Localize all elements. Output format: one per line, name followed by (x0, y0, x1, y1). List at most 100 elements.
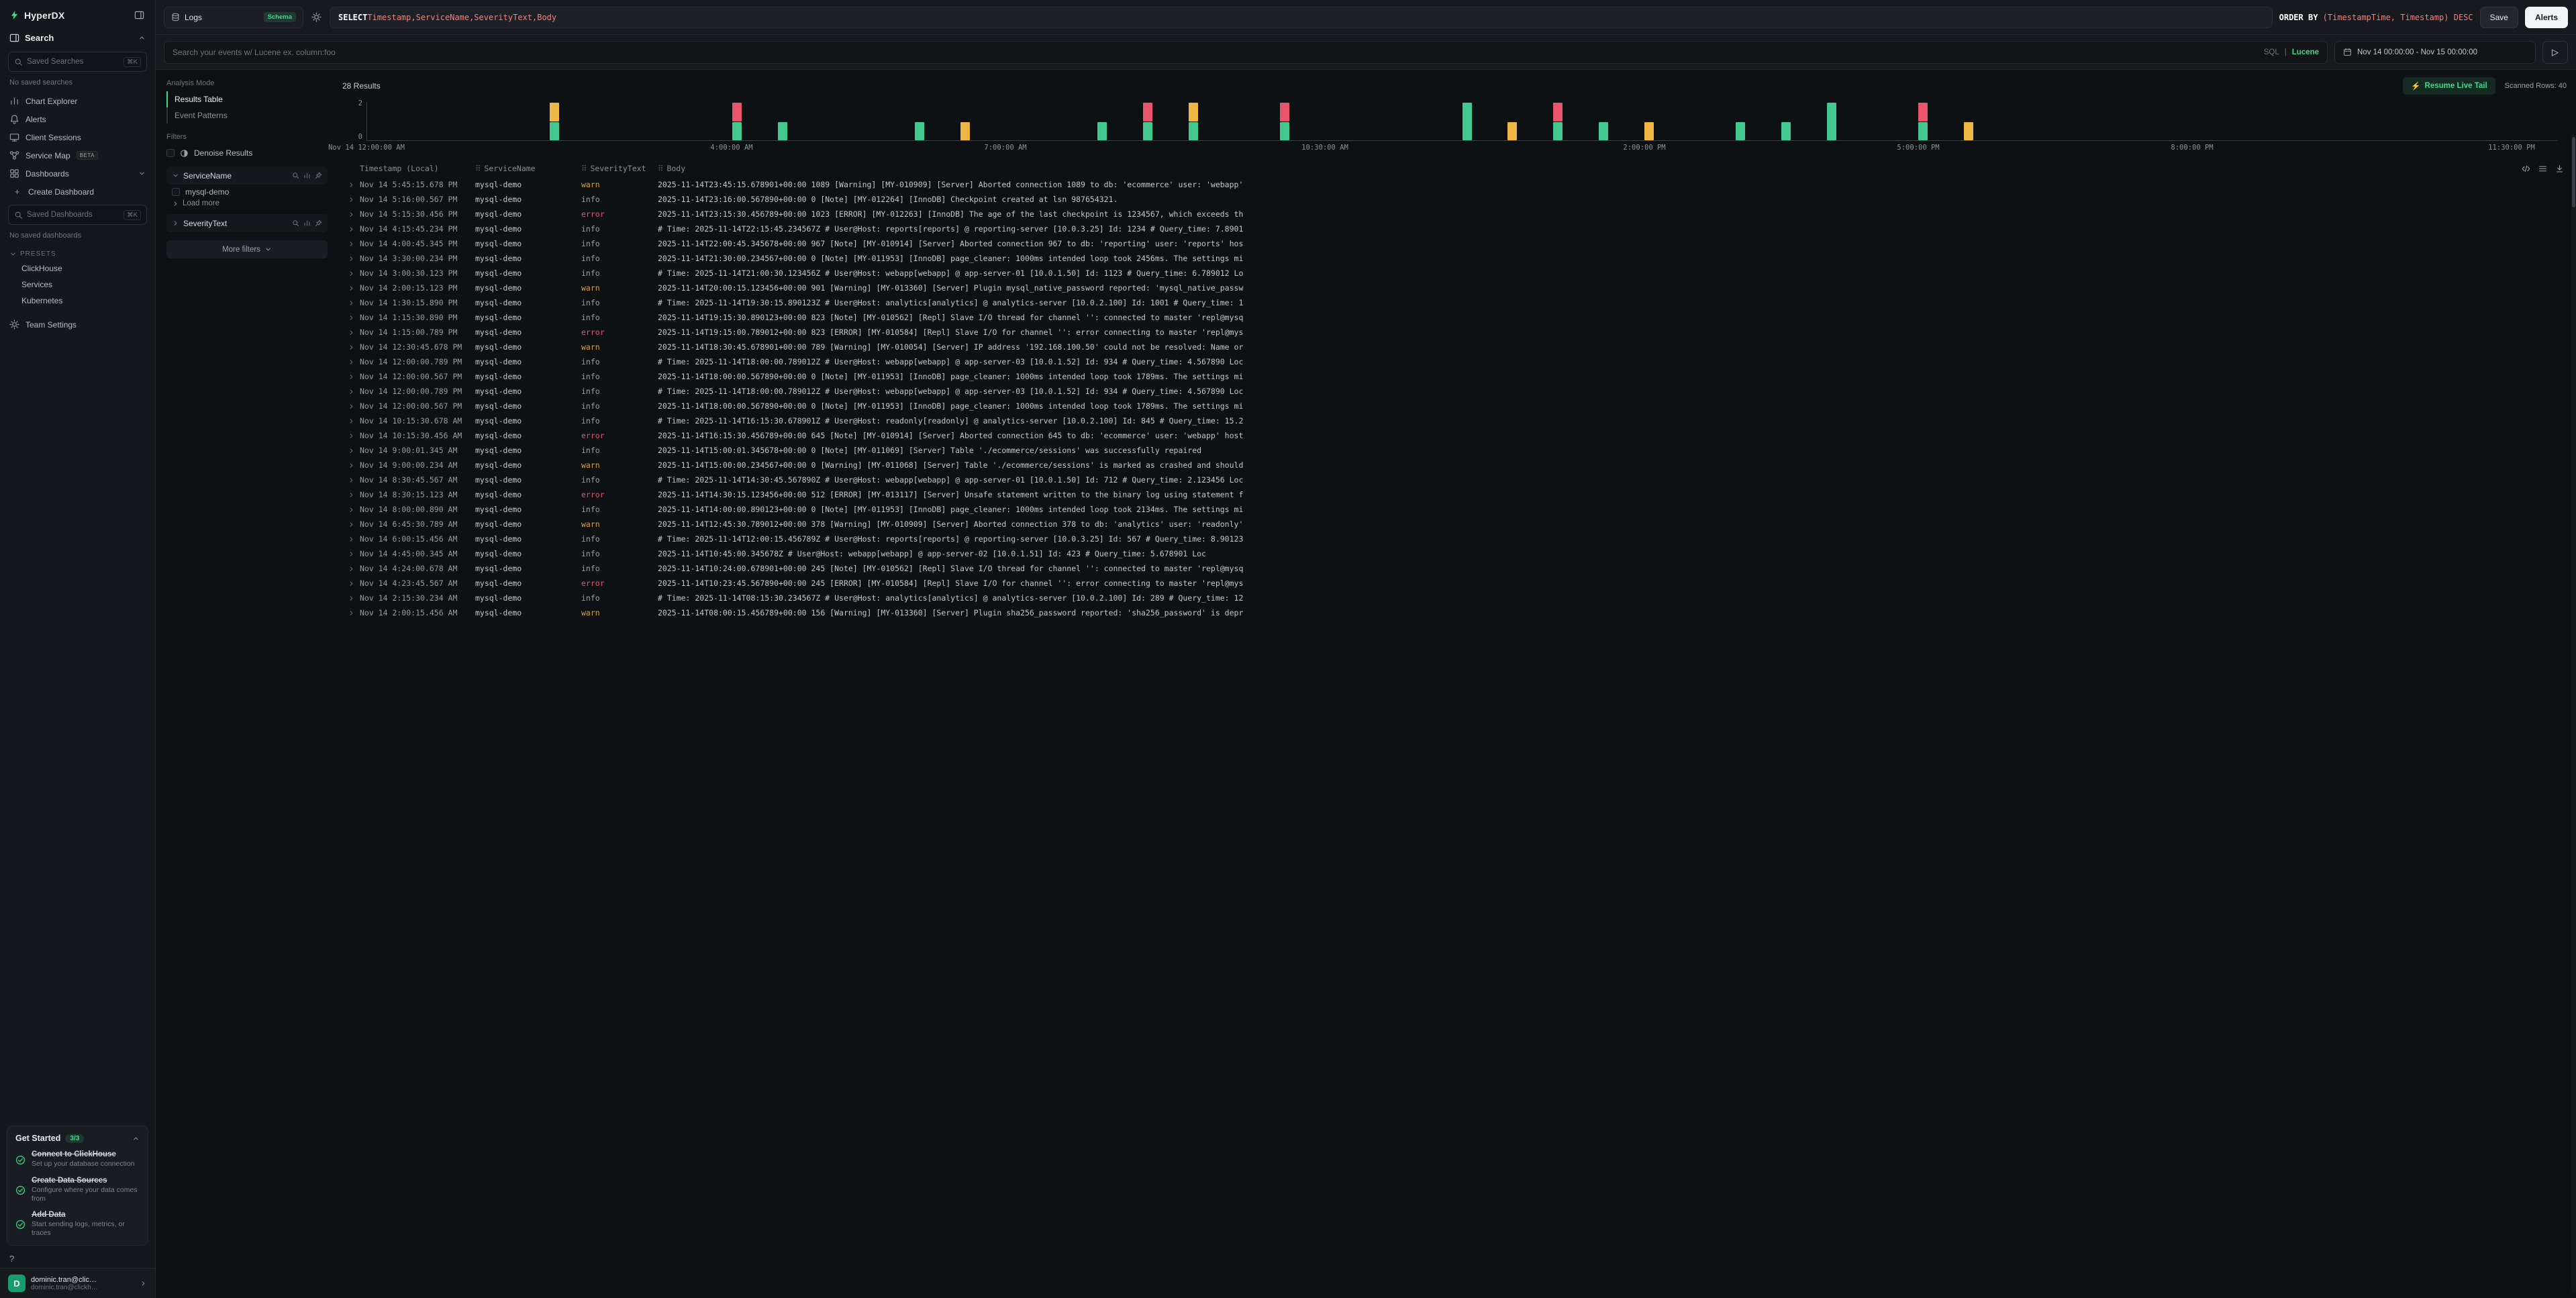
table-row[interactable]: Nov 14 4:15:45.234 PM mysql-demo info # … (342, 221, 2567, 236)
table-row[interactable]: Nov 14 10:15:30.678 AM mysql-demo info #… (342, 413, 2567, 428)
mysql-demo-checkbox[interactable] (172, 188, 180, 196)
pin-icon[interactable] (315, 172, 322, 179)
row-expand-icon[interactable] (348, 270, 355, 277)
row-expand-icon[interactable] (348, 536, 355, 543)
row-expand-icon[interactable] (348, 314, 355, 321)
row-expand-icon[interactable] (348, 417, 355, 425)
download-icon[interactable] (2555, 164, 2564, 173)
filter-search-icon[interactable] (292, 172, 299, 179)
create-dashboard-button[interactable]: + Create Dashboard (8, 183, 147, 201)
sql-select-input[interactable]: SELECT Timestamp,ServiceName,SeverityTex… (330, 7, 2273, 28)
sidebar-item-chart-explorer[interactable]: Chart Explorer (8, 92, 147, 110)
get-started-item[interactable]: Add Data Start sending logs, metrics, or… (15, 1211, 140, 1238)
column-servicename[interactable]: ⠿ServiceName (475, 164, 581, 173)
sidebar-collapse-button[interactable] (133, 9, 146, 21)
sidebar-item-dashboards[interactable]: Dashboards (8, 164, 147, 183)
table-row[interactable]: Nov 14 3:30:00.234 PM mysql-demo info 20… (342, 251, 2567, 266)
row-expand-icon[interactable] (348, 226, 355, 233)
preset-item[interactable]: Kubernetes (8, 293, 147, 309)
event-search-box[interactable]: SQL | Lucene (164, 41, 2328, 64)
row-expand-icon[interactable] (348, 565, 355, 572)
table-row[interactable]: Nov 14 12:30:45.678 PM mysql-demo warn 2… (342, 340, 2567, 354)
saved-dashboards-input[interactable]: Saved Dashboards ⌘K (8, 205, 147, 225)
row-expand-icon[interactable] (348, 299, 355, 307)
table-row[interactable]: Nov 14 9:00:01.345 AM mysql-demo info 20… (342, 443, 2567, 458)
drag-handle-icon[interactable]: ⠿ (658, 164, 663, 173)
source-settings-button[interactable] (310, 11, 323, 23)
pin-icon[interactable] (315, 219, 322, 227)
resume-live-tail-button[interactable]: ⚡ Resume Live Tail (2403, 77, 2495, 95)
row-expand-icon[interactable] (348, 255, 355, 262)
table-row[interactable]: Nov 14 1:15:30.890 PM mysql-demo info 20… (342, 310, 2567, 325)
row-expand-icon[interactable] (348, 609, 355, 617)
filter-chart-icon[interactable] (303, 219, 311, 227)
table-row[interactable]: Nov 14 2:00:15.456 AM mysql-demo warn 20… (342, 605, 2567, 620)
column-timestamp[interactable]: Timestamp (Local) (360, 164, 475, 173)
column-severitytext[interactable]: ⠿SeverityText (581, 164, 658, 173)
denoise-toggle[interactable]: Denoise Results (166, 145, 328, 161)
get-started-item[interactable]: Connect to ClickHouse Set up your databa… (15, 1150, 140, 1168)
row-expand-icon[interactable] (348, 447, 355, 454)
row-expand-icon[interactable] (348, 240, 355, 248)
row-expand-icon[interactable] (348, 506, 355, 513)
row-expand-icon[interactable] (348, 462, 355, 469)
save-button[interactable]: Save (2480, 7, 2518, 28)
row-expand-icon[interactable] (348, 491, 355, 499)
table-row[interactable]: Nov 14 3:00:30.123 PM mysql-demo info # … (342, 266, 2567, 281)
table-row[interactable]: Nov 14 4:45:00.345 AM mysql-demo info 20… (342, 546, 2567, 561)
table-row[interactable]: Nov 14 2:00:15.123 PM mysql-demo warn 20… (342, 281, 2567, 295)
more-filters-button[interactable]: More filters (166, 240, 328, 258)
lucene-mode-toggle[interactable]: Lucene (2292, 48, 2319, 56)
table-row[interactable]: Nov 14 8:30:15.123 AM mysql-demo error 2… (342, 487, 2567, 502)
row-expand-icon[interactable] (348, 344, 355, 351)
row-expand-icon[interactable] (348, 550, 355, 558)
table-row[interactable]: Nov 14 10:15:30.456 AM mysql-demo error … (342, 428, 2567, 443)
scrollbar-thumb[interactable] (2572, 137, 2575, 207)
sidebar-item-client-sessions[interactable]: Client Sessions (8, 128, 147, 146)
table-row[interactable]: Nov 14 5:45:15.678 PM mysql-demo warn 20… (342, 177, 2567, 192)
date-range-picker[interactable]: Nov 14 00:00:00 - Nov 15 00:00:00 (2334, 41, 2536, 64)
source-selector[interactable]: Logs Schema (164, 7, 303, 28)
filter-option-mysql-demo[interactable]: mysql-demo (166, 185, 328, 197)
row-expand-icon[interactable] (348, 477, 355, 484)
code-view-icon[interactable] (2522, 164, 2530, 173)
chevron-right-icon[interactable] (172, 219, 179, 227)
row-expand-icon[interactable] (348, 388, 355, 395)
sidebar-item-service-map[interactable]: Service Map BETA (8, 146, 147, 164)
table-row[interactable]: Nov 14 4:00:45.345 PM mysql-demo info 20… (342, 236, 2567, 251)
row-expand-icon[interactable] (348, 329, 355, 336)
table-row[interactable]: Nov 14 4:23:45.567 AM mysql-demo error 2… (342, 576, 2567, 591)
table-row[interactable]: Nov 14 12:00:00.567 PM mysql-demo info 2… (342, 369, 2567, 384)
sidebar-item-alerts[interactable]: Alerts (8, 110, 147, 128)
table-row[interactable]: Nov 14 4:24:00.678 AM mysql-demo info 20… (342, 561, 2567, 576)
column-body[interactable]: ⠿Body (658, 164, 685, 173)
get-started-item[interactable]: Create Data Sources Configure where your… (15, 1177, 140, 1203)
table-row[interactable]: Nov 14 2:15:30.234 AM mysql-demo info # … (342, 591, 2567, 605)
row-density-icon[interactable] (2538, 164, 2547, 173)
alerts-button[interactable]: Alerts (2525, 7, 2568, 28)
row-expand-icon[interactable] (348, 181, 355, 189)
saved-searches-input[interactable]: Saved Searches ⌘K (8, 52, 147, 72)
row-expand-icon[interactable] (348, 595, 355, 602)
table-row[interactable]: Nov 14 8:30:45.567 AM mysql-demo info # … (342, 472, 2567, 487)
drag-handle-icon[interactable]: ⠿ (475, 164, 481, 173)
table-row[interactable]: Nov 14 1:15:00.789 PM mysql-demo error 2… (342, 325, 2567, 340)
row-expand-icon[interactable] (348, 196, 355, 203)
sidebar-item-search[interactable]: Search (8, 28, 147, 48)
row-expand-icon[interactable] (348, 358, 355, 366)
row-expand-icon[interactable] (348, 521, 355, 528)
user-menu[interactable]: D dominic.tran@clic… dominic.tran@clickh… (0, 1268, 155, 1298)
table-row[interactable]: Nov 14 1:30:15.890 PM mysql-demo info # … (342, 295, 2567, 310)
load-more-button[interactable]: Load more (166, 197, 328, 209)
run-query-button[interactable]: ▷ (2542, 41, 2568, 64)
table-row[interactable]: Nov 14 8:00:00.890 AM mysql-demo info 20… (342, 502, 2567, 517)
preset-item[interactable]: ClickHouse (8, 260, 147, 277)
chevron-down-icon[interactable] (172, 172, 179, 179)
table-row[interactable]: Nov 14 6:00:15.456 AM mysql-demo info # … (342, 532, 2567, 546)
row-expand-icon[interactable] (348, 580, 355, 587)
row-expand-icon[interactable] (348, 211, 355, 218)
row-expand-icon[interactable] (348, 285, 355, 292)
chevron-up-icon[interactable] (138, 34, 146, 42)
row-expand-icon[interactable] (348, 432, 355, 440)
presets-header[interactable]: PRESETS (8, 245, 147, 260)
